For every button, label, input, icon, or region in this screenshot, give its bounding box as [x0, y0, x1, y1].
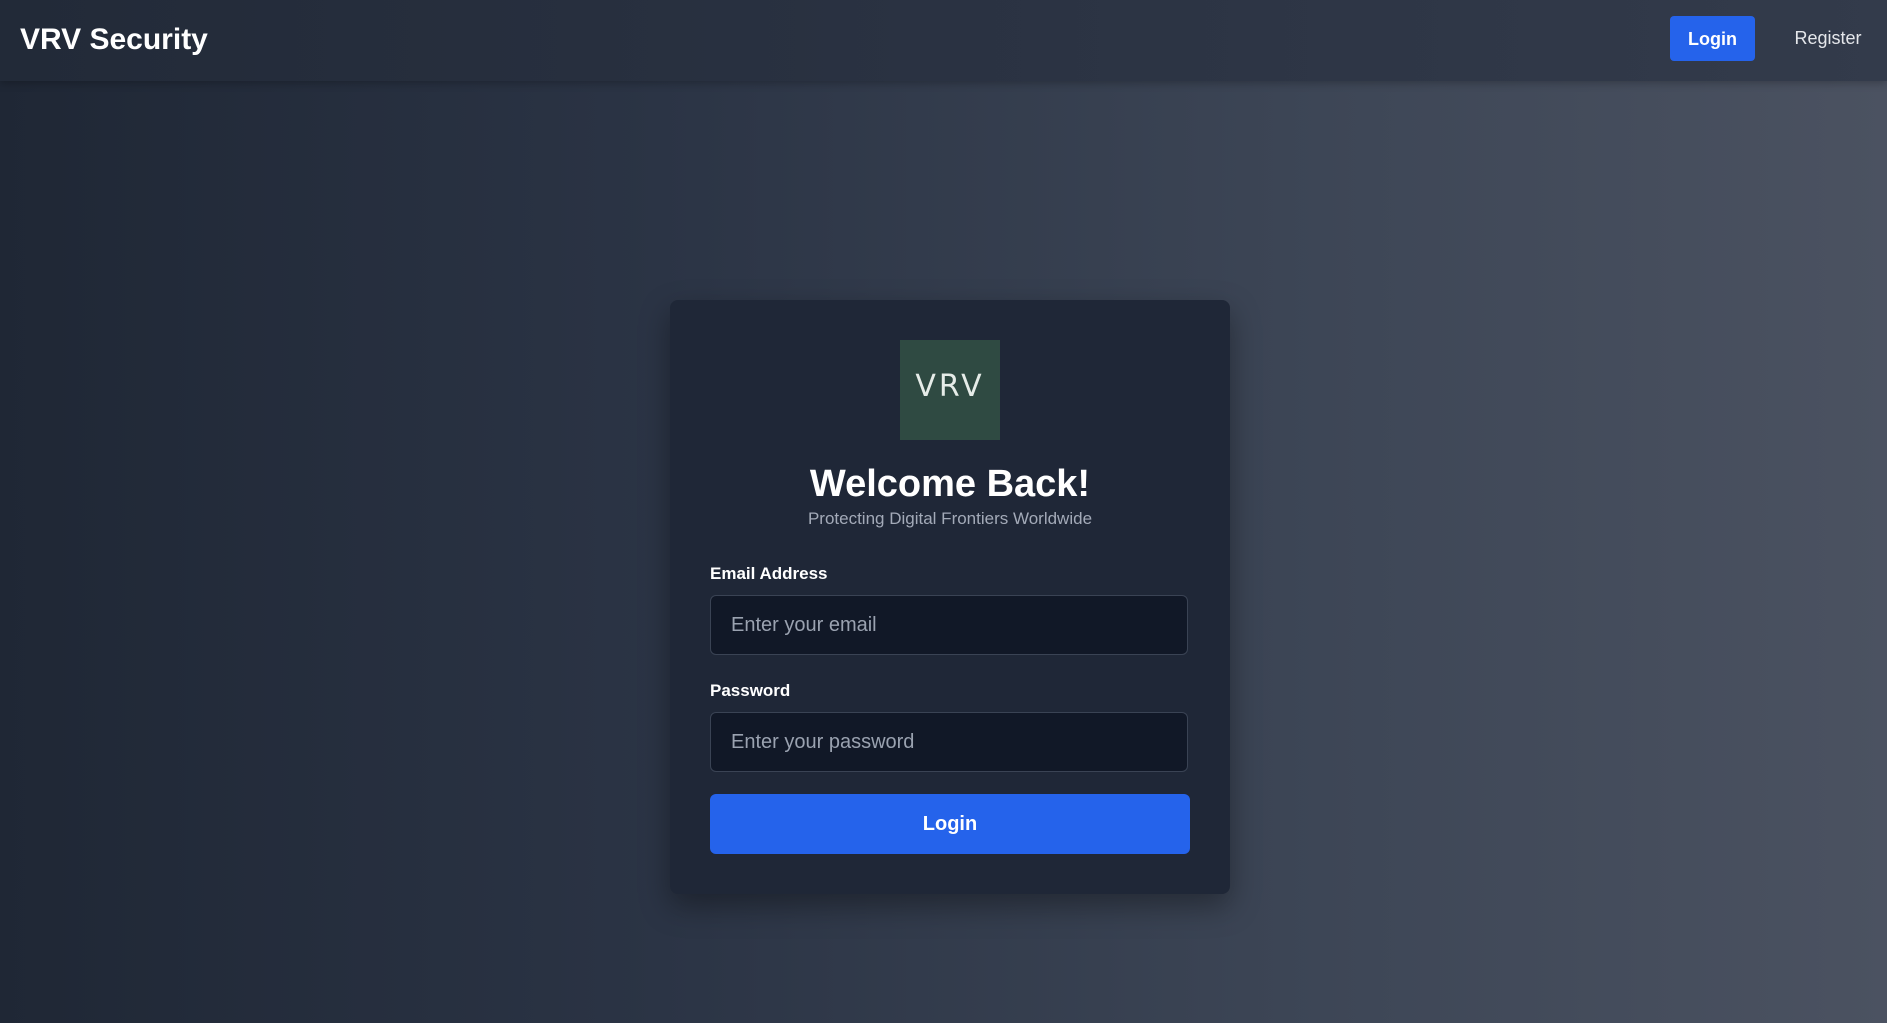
page-title: Welcome Back! [809, 463, 1091, 505]
login-card: VRV Welcome Back! Protecting Digital Fro… [670, 300, 1230, 894]
logo-text: VRV [915, 369, 985, 404]
email-field[interactable] [710, 595, 1188, 655]
password-label: Password [710, 681, 791, 700]
nav-login-button[interactable]: Login [1670, 16, 1755, 61]
vrv-logo: VRV [900, 340, 1000, 440]
password-field[interactable] [710, 712, 1188, 772]
nav-register-link[interactable]: Register [1783, 16, 1873, 61]
top-navbar: VRV Security Login Register [0, 0, 1887, 81]
brand-title[interactable]: VRV Security [20, 20, 208, 60]
email-label: Email Address [710, 564, 828, 583]
login-submit-button[interactable]: Login [710, 794, 1190, 854]
page-subtitle: Protecting Digital Frontiers Worldwide [807, 509, 1093, 528]
